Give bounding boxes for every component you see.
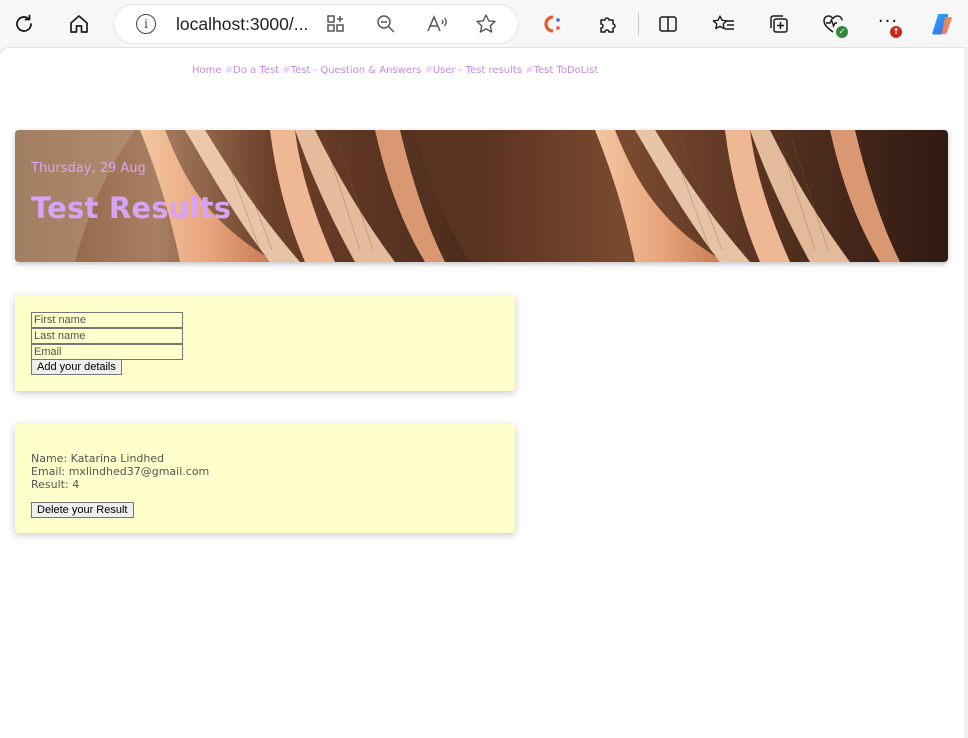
hero-date: Thursday, 29 Aug bbox=[31, 161, 146, 176]
top-nav: Home #Do a Test #Test - Question & Answe… bbox=[192, 65, 598, 76]
result-name: Name: Katarina Lindhed bbox=[31, 452, 165, 465]
nav-link-question-answers[interactable]: #Test - Question & Answers bbox=[282, 65, 421, 76]
favorite-star-icon[interactable] bbox=[474, 12, 498, 36]
add-details-button[interactable]: Add your details bbox=[31, 359, 122, 375]
address-bar[interactable]: i localhost:3000/... bbox=[114, 5, 518, 43]
page-scroll-edge bbox=[964, 48, 968, 738]
info-icon[interactable]: i bbox=[136, 14, 156, 34]
page-title: Test Results bbox=[31, 191, 232, 225]
favorites-icon[interactable] bbox=[708, 8, 740, 40]
email-input[interactable]: Email bbox=[31, 344, 183, 360]
update-badge: ↑ bbox=[890, 26, 902, 38]
copilot-icon[interactable] bbox=[926, 8, 958, 40]
app-available-icon[interactable] bbox=[324, 12, 348, 36]
page-viewport: Home #Do a Test #Test - Question & Answe… bbox=[0, 48, 964, 738]
toolbar-separator bbox=[638, 13, 639, 35]
browser-essentials-icon[interactable]: ✓ bbox=[818, 8, 850, 40]
extensions-puzzle-icon[interactable] bbox=[592, 8, 624, 40]
details-form-card: First name Last name Email Add your deta… bbox=[15, 295, 515, 391]
browser-toolbar: i localhost:3000/... ✓ ··· ↑ bbox=[0, 0, 968, 48]
delete-result-button[interactable]: Delete your Result bbox=[31, 502, 134, 518]
book-image-right bbox=[485, 130, 948, 262]
last-name-input[interactable]: Last name bbox=[31, 328, 183, 344]
nav-link-user-test-results[interactable]: #User - Test results bbox=[424, 65, 522, 76]
refresh-icon[interactable] bbox=[8, 8, 40, 40]
nav-link-do-a-test[interactable]: #Do a Test bbox=[225, 65, 279, 76]
nav-link-test-todolist[interactable]: #Test ToDoList bbox=[525, 65, 598, 76]
read-aloud-icon[interactable] bbox=[425, 12, 449, 36]
home-icon[interactable] bbox=[63, 8, 95, 40]
nav-link-home[interactable]: Home bbox=[192, 65, 222, 76]
collections-icon[interactable] bbox=[763, 8, 795, 40]
coupons-extension-icon[interactable] bbox=[537, 8, 569, 40]
more-menu-icon[interactable]: ··· ↑ bbox=[872, 8, 904, 40]
split-screen-icon[interactable] bbox=[652, 8, 684, 40]
hero-banner: Thursday, 29 Aug Test Results bbox=[15, 130, 948, 262]
result-email: Email: mxlindhed37@gmail.com bbox=[31, 465, 210, 478]
zoom-out-icon[interactable] bbox=[374, 12, 398, 36]
url-text[interactable]: localhost:3000/... bbox=[176, 14, 308, 35]
result-score: Result: 4 bbox=[31, 478, 80, 491]
result-card: Name: Katarina Lindhed Email: mxlindhed3… bbox=[15, 424, 515, 533]
check-badge-icon: ✓ bbox=[836, 26, 848, 38]
first-name-input[interactable]: First name bbox=[31, 312, 183, 328]
